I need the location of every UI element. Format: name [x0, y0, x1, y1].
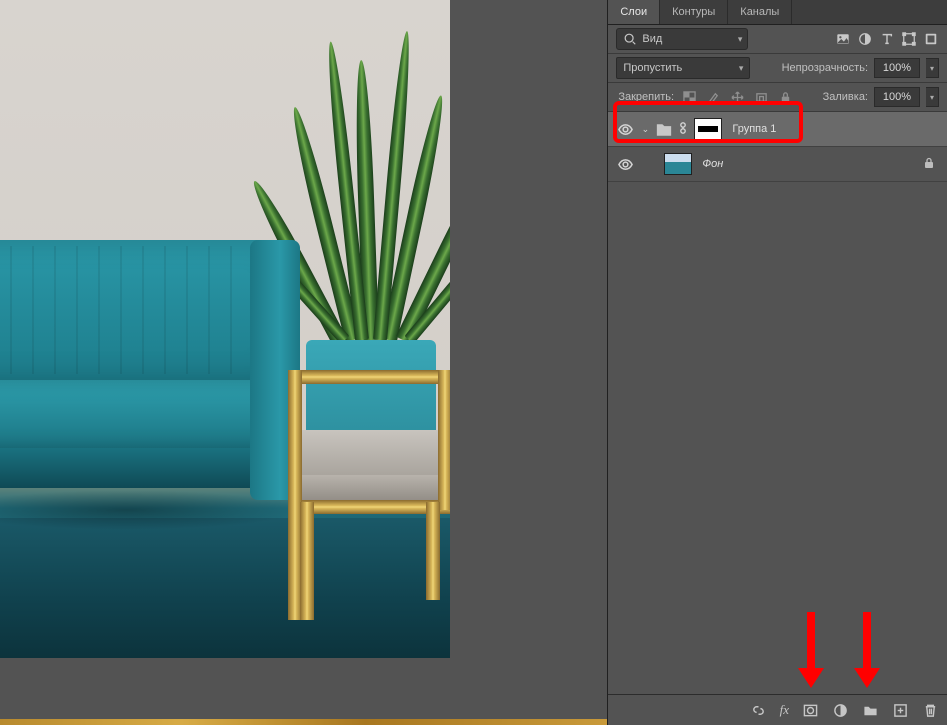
search-icon — [622, 31, 638, 47]
blend-mode-value: Пропустить — [623, 62, 682, 74]
layer-name[interactable]: Группа 1 — [732, 123, 776, 135]
fill-label: Заливка: — [823, 91, 868, 103]
lock-label: Закрепить: — [618, 91, 674, 103]
blend-mode-dropdown[interactable]: Пропустить ▾ — [616, 57, 750, 79]
filter-adjustment-icon[interactable] — [857, 31, 873, 47]
layers-footer: fx — [608, 694, 947, 725]
layer-filter-value: Вид — [642, 33, 662, 45]
filter-smartobject-icon[interactable] — [923, 31, 939, 47]
layer-name[interactable]: Фон — [702, 158, 723, 170]
lock-artboard-icon[interactable] — [752, 88, 770, 106]
visibility-toggle[interactable] — [616, 155, 634, 173]
opacity-value[interactable]: 100% — [874, 58, 920, 78]
lock-icon[interactable] — [923, 157, 935, 172]
lock-all-icon[interactable] — [776, 88, 794, 106]
tab-channels[interactable]: Каналы — [728, 0, 792, 24]
expand-toggle[interactable]: ⌄ — [640, 124, 650, 135]
opacity-stepper[interactable]: ▾ — [926, 58, 939, 78]
new-group-button[interactable] — [861, 701, 879, 719]
fill-stepper[interactable]: ▾ — [926, 87, 939, 107]
link-layers-icon[interactable] — [750, 701, 768, 719]
tab-paths[interactable]: Контуры — [660, 0, 728, 24]
chevron-down-icon: ▾ — [739, 63, 744, 74]
panel-tabs: Слои Контуры Каналы — [608, 0, 947, 25]
delete-layer-button[interactable] — [921, 701, 939, 719]
filter-shape-icon[interactable] — [901, 31, 917, 47]
mask-thumbnail[interactable] — [694, 118, 722, 140]
layer-row-background[interactable]: Фон — [608, 147, 947, 182]
mask-link-icon[interactable] — [678, 121, 688, 138]
canvas-image[interactable] — [0, 0, 450, 658]
layers-list: ⌄ Группа 1 Фон — [608, 112, 947, 725]
layer-thumbnail[interactable] — [664, 153, 692, 175]
opacity-label: Непрозрачность: — [782, 62, 868, 74]
filter-type-icon[interactable] — [879, 31, 895, 47]
add-mask-button[interactable] — [801, 701, 819, 719]
lock-transparency-icon[interactable] — [680, 88, 698, 106]
visibility-toggle[interactable] — [616, 120, 634, 138]
chevron-down-icon: ▾ — [738, 34, 743, 45]
canvas-area[interactable] — [0, 0, 607, 725]
adjustment-layer-button[interactable] — [831, 701, 849, 719]
tab-layers[interactable]: Слои — [608, 0, 660, 24]
lock-pixels-icon[interactable] — [704, 88, 722, 106]
layers-panel: Слои Контуры Каналы Вид ▾ Пропустить ▾ Н… — [607, 0, 947, 725]
lock-position-icon[interactable] — [728, 88, 746, 106]
layer-row-group[interactable]: ⌄ Группа 1 — [608, 112, 947, 147]
fill-value[interactable]: 100% — [874, 87, 920, 107]
layer-filter-dropdown[interactable]: Вид ▾ — [616, 28, 748, 50]
layer-effects-button[interactable]: fx — [780, 702, 789, 718]
new-layer-button[interactable] — [891, 701, 909, 719]
filter-image-icon[interactable] — [835, 31, 851, 47]
folder-icon — [656, 121, 672, 137]
